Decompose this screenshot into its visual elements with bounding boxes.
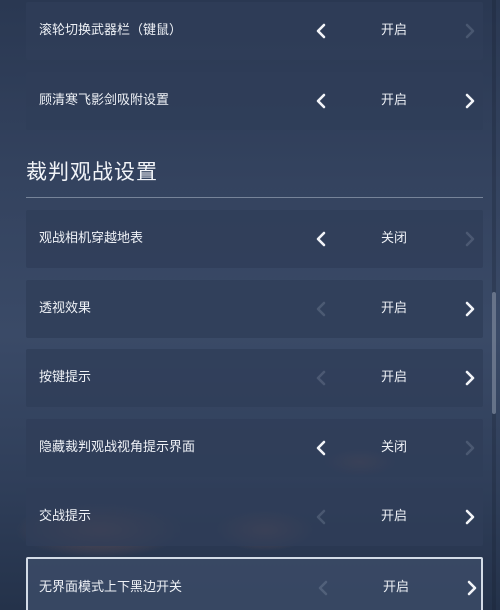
setting-value: 开启: [380, 370, 407, 385]
setting-row-camera-through-ground[interactable]: 观战相机穿越地表 关闭: [26, 210, 483, 268]
chevron-left-icon[interactable]: [308, 294, 334, 324]
setting-row-letterbox-toggle[interactable]: 无界面模式上下黑边开关 开启: [26, 557, 483, 610]
setting-value: 开启: [380, 23, 407, 38]
setting-value: 开启: [380, 301, 407, 316]
section-title: 裁判观战设置: [26, 160, 158, 184]
setting-label: 顾清寒飞影剑吸附设置: [39, 93, 170, 108]
chevron-left-icon[interactable]: [308, 16, 334, 46]
chevron-left-icon[interactable]: [308, 86, 334, 116]
setting-value: 开启: [382, 580, 409, 595]
setting-value: 关闭: [380, 440, 407, 455]
chevron-left-icon[interactable]: [308, 363, 334, 393]
chevron-left-icon[interactable]: [308, 433, 334, 463]
settings-list: 滚轮切换武器栏（键鼠） 开启 顾清寒飞影剑吸附设置 开启 裁判观战设置 观战相机…: [0, 0, 500, 610]
setting-label: 按键提示: [39, 370, 92, 385]
setting-row-combat-hints[interactable]: 交战提示 开启: [26, 488, 483, 546]
chevron-right-icon[interactable]: [457, 86, 483, 116]
chevron-right-icon[interactable]: [457, 363, 483, 393]
chevron-right-icon[interactable]: [457, 502, 483, 532]
chevron-left-icon[interactable]: [310, 573, 336, 603]
setting-row-key-hints[interactable]: 按键提示 开启: [26, 349, 483, 407]
setting-value: 开启: [380, 93, 407, 108]
setting-value: 关闭: [380, 231, 407, 246]
setting-label: 隐藏裁判观战视角提示界面: [39, 440, 196, 455]
chevron-right-icon[interactable]: [457, 16, 483, 46]
chevron-right-icon[interactable]: [457, 224, 483, 254]
scrollbar-thumb[interactable]: [492, 292, 496, 414]
chevron-left-icon[interactable]: [308, 224, 334, 254]
setting-label: 无界面模式上下黑边开关: [39, 580, 183, 595]
setting-row-wheel-switch-weapon[interactable]: 滚轮切换武器栏（键鼠） 开启: [26, 2, 483, 60]
setting-label: 观战相机穿越地表: [39, 231, 144, 246]
setting-row-xray-effect[interactable]: 透视效果 开启: [26, 280, 483, 338]
setting-row-gu-qinghan-sword-snap[interactable]: 顾清寒飞影剑吸附设置 开启: [26, 72, 483, 130]
chevron-left-icon[interactable]: [308, 502, 334, 532]
section-divider: [26, 197, 483, 198]
setting-row-hide-referee-hint-ui[interactable]: 隐藏裁判观战视角提示界面 关闭: [26, 419, 483, 477]
setting-label: 交战提示: [39, 509, 92, 524]
setting-label: 滚轮切换武器栏（键鼠）: [39, 23, 183, 38]
setting-label: 透视效果: [39, 301, 92, 316]
chevron-right-icon[interactable]: [457, 294, 483, 324]
setting-value: 开启: [380, 509, 407, 524]
chevron-right-icon[interactable]: [459, 573, 485, 603]
chevron-right-icon[interactable]: [457, 433, 483, 463]
